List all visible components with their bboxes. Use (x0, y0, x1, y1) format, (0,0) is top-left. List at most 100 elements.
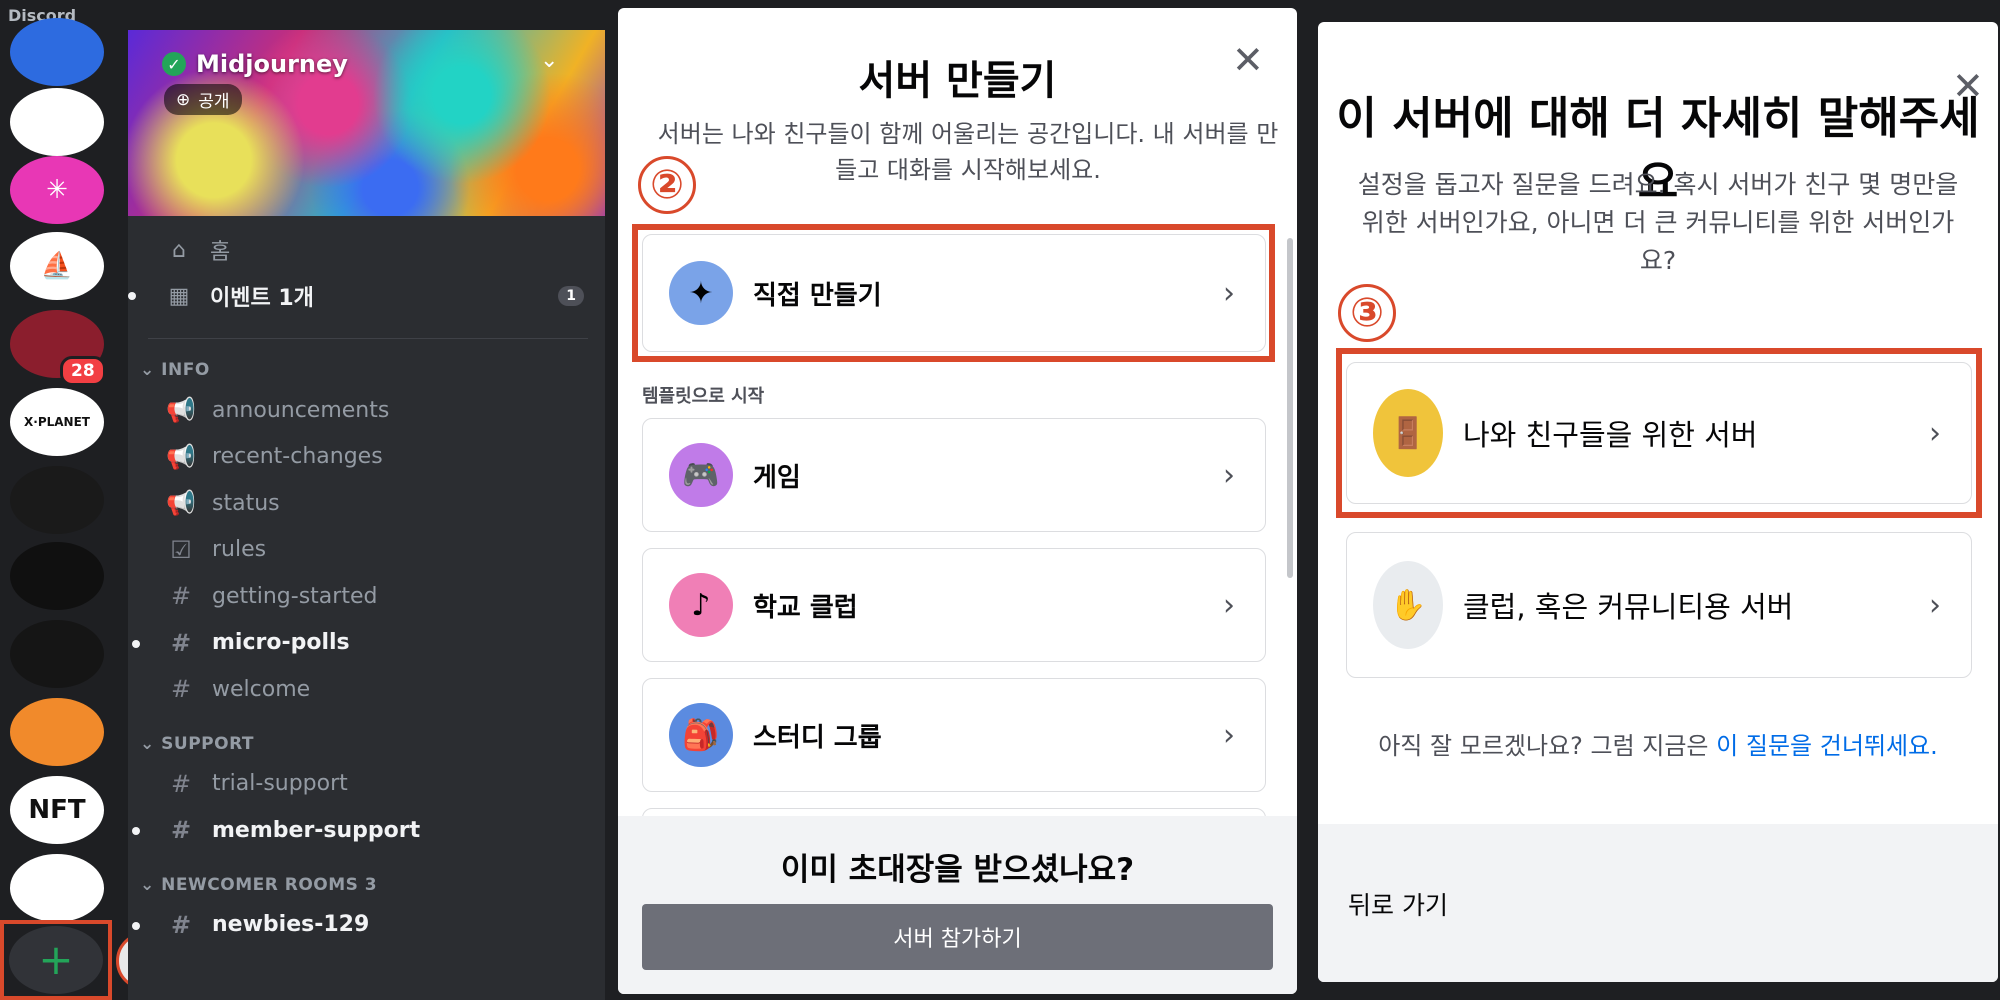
template-heading: 템플릿으로 시작 (642, 386, 765, 407)
skip-link[interactable]: 이 질문을 건너뛰세요. (1716, 732, 1938, 760)
channel-name: rules (212, 537, 267, 562)
template-label: 학교 클럽 (753, 592, 858, 623)
back-button[interactable]: 뒤로 가기 (1348, 886, 1448, 922)
chevron-right-icon: › (1223, 717, 1235, 753)
chevron-down-icon: ⌄ (140, 360, 162, 380)
channel-item[interactable]: ☑ rules (164, 536, 266, 564)
friends-server-option[interactable]: 🚪 나와 친구들을 위한 서버 › (1346, 362, 1972, 504)
skip-text: 아직 잘 모르겠나요? 그럼 지금은 (1378, 732, 1709, 760)
server-name: Midjourney (196, 50, 348, 78)
server-7-icon[interactable] (10, 466, 104, 534)
unread-indicator (132, 639, 140, 648)
channel-name: newbies-129 (212, 912, 370, 937)
channel-name: trial-support (212, 771, 348, 796)
join-server-button[interactable]: 서버 참가하기 (642, 904, 1273, 970)
category-header[interactable]: ⌄ INFO (140, 360, 210, 380)
modal-subtitle: 설정을 돕고자 질문을 드려요. 혹시 서버가 친구 몇 명만을 위한 서버인가… (1357, 170, 1959, 275)
category-header[interactable]: ⌄ SUPPORT (140, 734, 254, 754)
rules-icon: ☑ (170, 535, 192, 564)
home-link[interactable]: ⌂ 홈 (164, 234, 230, 266)
channel-item[interactable]: # member-support (132, 816, 421, 844)
server-2-icon[interactable] (10, 88, 104, 156)
megaphone-icon: 📢 (166, 396, 196, 424)
events-label: 이벤트 1개 (210, 286, 314, 311)
category-header[interactable]: ⌄ NEWCOMER ROOMS 3 (140, 875, 377, 895)
modal-footer: 뒤로 가기 (1318, 824, 1998, 982)
unread-indicator (132, 827, 140, 835)
hashtag-icon: # (170, 582, 192, 610)
channel-name: member-support (212, 817, 421, 843)
channel-item[interactable]: # trial-support (164, 770, 348, 798)
divider (148, 338, 588, 339)
friends-option-label: 나와 친구들을 위한 서버 (1463, 418, 1758, 452)
scrollbar[interactable] (1287, 238, 1293, 578)
chevron-right-icon: › (1223, 457, 1235, 493)
template-option-school-club[interactable]: ♪ 학교 클럽 › (642, 548, 1266, 662)
public-label: 공개 (198, 92, 230, 112)
modal-subtitle: 서버는 나와 친구들이 함께 어울리는 공간입니다. 내 서버를 만들고 대화를… (657, 120, 1279, 184)
verified-icon: ✓ (162, 52, 186, 76)
close-icon[interactable]: ✕ (1952, 64, 1984, 108)
hashtag-icon: # (170, 628, 192, 657)
category-title: SUPPORT (161, 733, 255, 754)
channel-item[interactable]: 📢 recent-changes (164, 443, 383, 471)
server-1-icon[interactable] (10, 18, 104, 86)
chevron-right-icon: › (1223, 275, 1235, 311)
step-2-marker: ② (638, 156, 696, 214)
channel-item[interactable]: # newbies-129 (132, 910, 370, 939)
channel-item[interactable]: 📢 announcements (164, 396, 389, 424)
create-server-modal: 서버 만들기 ✕ 서버는 나와 친구들이 함께 어울리는 공간입니다. 내 서버… (618, 8, 1297, 994)
create-own-option[interactable]: ✦ 직접 만들기 › (642, 234, 1266, 352)
server-rail: Discord ✳⛵X·PLANETNFT 28 + ① (0, 0, 174, 1000)
add-server-button[interactable]: + (9, 926, 103, 994)
hashtag-icon: # (170, 816, 192, 844)
events-count: 1 (558, 286, 584, 306)
close-icon[interactable]: ✕ (1232, 38, 1264, 82)
home-label: 홈 (210, 240, 231, 265)
template-label: 스터디 그룹 (753, 722, 882, 753)
home-icon: ⌂ (172, 237, 186, 263)
server-12-icon[interactable] (10, 854, 104, 922)
server-3-icon[interactable]: ✳ (10, 156, 104, 224)
chevron-down-icon[interactable]: ⌄ (540, 48, 558, 73)
megaphone-icon: 📢 (166, 442, 196, 471)
community-option-label: 클럽, 혹은 커뮤니티용 서버 (1463, 590, 1794, 624)
door-icon: 🚪 (1373, 389, 1443, 477)
hashtag-icon: # (170, 910, 192, 939)
events-link[interactable]: ▦ 이벤트 1개 1 (128, 280, 584, 312)
template-option-game[interactable]: 🎮 게임 › (642, 418, 1266, 532)
server-xplanet-icon[interactable]: X·PLANET (10, 388, 104, 456)
server-midjourney-icon[interactable]: ⛵ (10, 232, 104, 300)
school-club-icon: ♪ (669, 573, 733, 637)
category-title: INFO (161, 360, 210, 380)
community-icon: ✋ (1373, 561, 1443, 649)
skip-prompt: 아직 잘 모르겠나요? 그럼 지금은 이 질문을 건너뛰세요. (1318, 726, 1998, 761)
server-8-icon[interactable] (10, 542, 104, 610)
server-header[interactable]: ✓ Midjourney (162, 50, 348, 78)
create-own-icon: ✦ (669, 261, 733, 325)
server-9-icon[interactable] (10, 620, 104, 688)
template-label: 게임 (753, 462, 801, 493)
chevron-right-icon: › (1223, 587, 1235, 623)
megaphone-icon: 📢 (166, 489, 196, 517)
chevron-right-icon: › (1929, 587, 1941, 623)
channel-item[interactable]: # welcome (164, 675, 310, 703)
chevron-right-icon: › (1929, 415, 1941, 451)
server-nft-icon[interactable]: NFT (10, 776, 104, 844)
category-title: NEWCOMER ROOMS 3 (161, 874, 378, 895)
step-3-marker: ③ (1338, 284, 1396, 342)
calendar-icon: ▦ (168, 283, 190, 309)
screenshot-root: Discord ✳⛵X·PLANETNFT 28 + ① ✓ Midjourne… (0, 0, 2000, 1000)
channel-name: announcements (212, 397, 390, 423)
channel-name: welcome (212, 676, 311, 702)
hashtag-icon: # (170, 675, 192, 703)
channel-item[interactable]: # micro-polls (132, 628, 350, 657)
add-server-highlight: + (0, 920, 112, 1000)
channel-item[interactable]: # getting-started (164, 582, 378, 610)
template-option-study-group[interactable]: 🎒 스터디 그룹 › (642, 678, 1266, 792)
server-10-icon[interactable] (10, 698, 104, 766)
channel-item[interactable]: 📢 status (164, 489, 280, 517)
modal-footer: 이미 초대장을 받으셨나요? 서버 참가하기 (618, 816, 1297, 994)
community-server-option[interactable]: ✋ 클럽, 혹은 커뮤니티용 서버 › (1346, 532, 1972, 678)
channel-name: getting-started (212, 583, 378, 609)
